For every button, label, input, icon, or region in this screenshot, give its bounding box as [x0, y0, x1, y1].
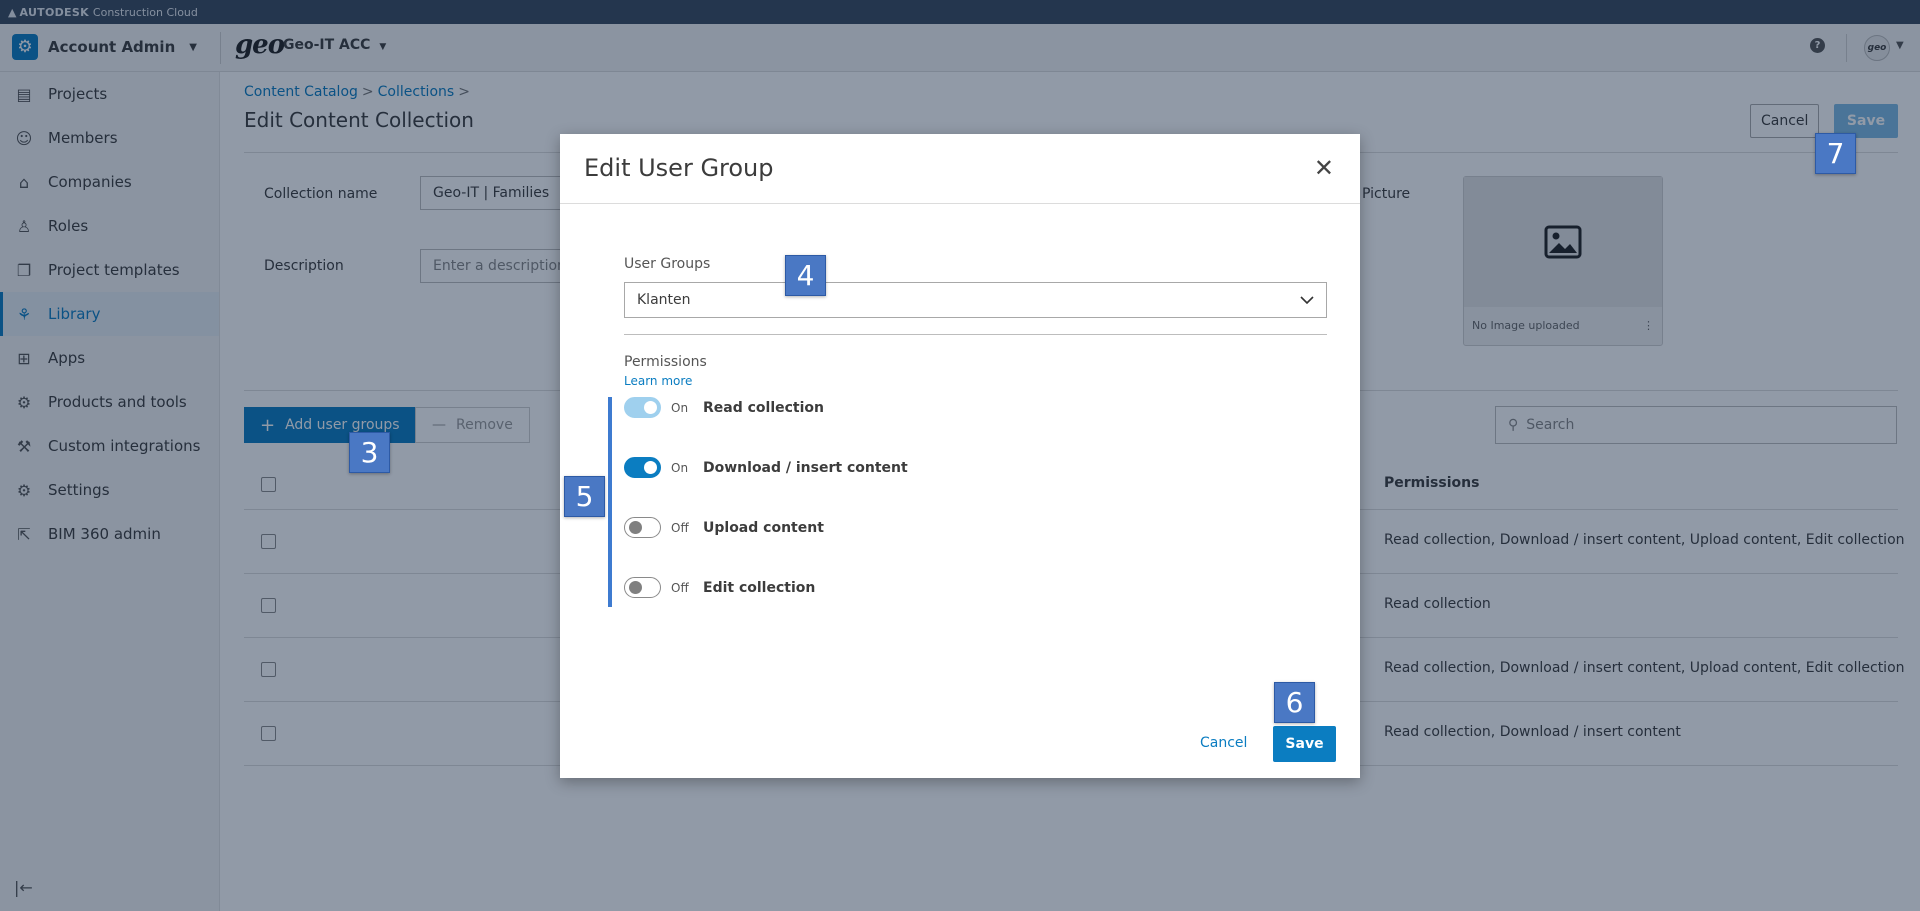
dialog-header: Edit User Group ✕	[560, 134, 1360, 204]
toggle-knob	[644, 461, 657, 474]
dialog-title: Edit User Group	[584, 154, 774, 182]
toggle-state-label: On	[671, 460, 689, 475]
permission-label: Download / insert content	[703, 459, 908, 476]
permission-row: On Read collection	[624, 397, 824, 418]
step-marker: 4	[785, 255, 826, 296]
divider	[624, 334, 1327, 335]
permission-toggle	[624, 397, 661, 418]
step-marker: 5	[564, 476, 605, 517]
permission-toggle[interactable]	[624, 577, 661, 598]
highlight-bar	[608, 397, 612, 607]
user-groups-select[interactable]: Klanten	[624, 282, 1327, 318]
edit-user-group-dialog: Edit User Group ✕ User Groups Klanten Pe…	[560, 134, 1360, 778]
dialog-save-button[interactable]: Save	[1273, 726, 1336, 762]
toggle-state-label: Off	[671, 520, 689, 535]
permission-label: Upload content	[703, 519, 824, 536]
permission-row: Off Edit collection	[624, 577, 815, 598]
permission-toggle[interactable]	[624, 517, 661, 538]
permission-label: Read collection	[703, 399, 825, 416]
step-marker: 3	[349, 432, 390, 473]
permission-toggle[interactable]	[624, 457, 661, 478]
permission-label: Edit collection	[703, 579, 816, 596]
permission-row: Off Upload content	[624, 517, 824, 538]
step-marker: 7	[1815, 133, 1856, 174]
user-groups-value: Klanten	[637, 292, 691, 308]
toggle-knob	[629, 581, 642, 594]
step-marker: 6	[1274, 682, 1315, 723]
dialog-cancel-button[interactable]: Cancel	[1200, 735, 1247, 751]
toggle-knob	[629, 521, 642, 534]
permission-row: On Download / insert content	[624, 457, 908, 478]
toggle-state-label: Off	[671, 580, 689, 595]
user-groups-label: User Groups	[624, 256, 711, 272]
permissions-label: Permissions	[624, 354, 707, 370]
toggle-state-label: On	[671, 400, 689, 415]
toggle-knob	[644, 401, 657, 414]
learn-more-link[interactable]: Learn more	[624, 374, 692, 388]
chevron-down-icon	[1300, 292, 1314, 308]
close-icon[interactable]: ✕	[1314, 156, 1334, 180]
